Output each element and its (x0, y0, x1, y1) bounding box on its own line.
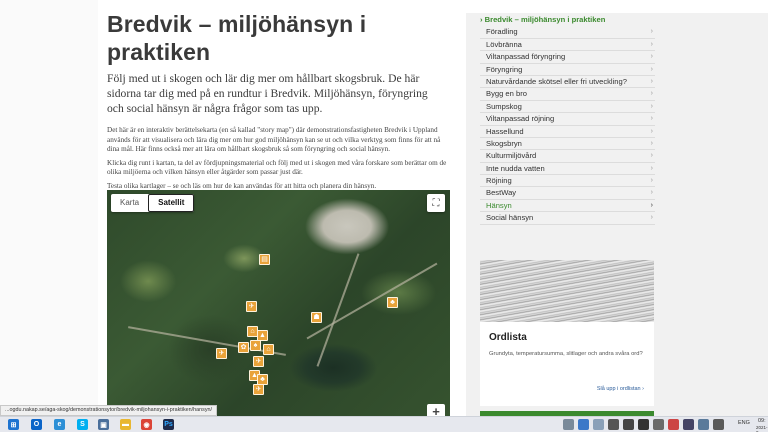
chrome-icon[interactable]: ◉ (141, 419, 152, 430)
chevron-right-icon: › (650, 139, 653, 147)
chevron-right-icon: › (650, 201, 653, 209)
sidebar-item[interactable]: Hassellund › (480, 126, 655, 138)
tray-app-icon[interactable] (653, 419, 664, 430)
sidebar-item[interactable]: Viltanpassad röjning › (480, 113, 655, 126)
sidebar-item[interactable]: Sumpskog › (480, 101, 655, 114)
windows-start-icon[interactable]: ⊞ (8, 419, 19, 430)
chevron-right-icon: › (650, 90, 653, 98)
glossary-link[interactable]: Slå upp i ordlistan › (597, 386, 644, 392)
map-tab-karta[interactable]: Karta (111, 194, 148, 212)
store-icon[interactable]: ▣ (98, 419, 109, 430)
folder-icon[interactable]: ▬ (120, 419, 131, 430)
tray-app-icon[interactable] (593, 419, 604, 430)
chevron-right-icon: › (650, 53, 653, 61)
map-marker[interactable]: ✈ (253, 384, 264, 395)
clock-date[interactable]: 2021-0 (756, 425, 768, 432)
sidebar-item[interactable]: Bygg en bro › (480, 88, 655, 101)
skype-icon[interactable]: S (77, 419, 88, 430)
page-margin (0, 0, 98, 418)
taskbar: ⊞ O e S ▣ ▬ ◉ Ps ENG 09: 2021-0 (0, 416, 768, 432)
lead-text: Följ med ut i skogen och lär dig mer om … (107, 72, 428, 115)
map-road (306, 262, 438, 340)
fullscreen-icon[interactable]: ⛶ (427, 194, 445, 212)
map-marker[interactable]: ♣ (387, 297, 398, 308)
chevron-right-icon: › (650, 127, 653, 135)
sidebar-item-hansyn[interactable]: Hänsyn › (480, 200, 655, 213)
edge-icon[interactable]: e (54, 419, 65, 430)
map-marker[interactable]: ▤ (259, 254, 270, 265)
chevron-right-icon: › (650, 177, 653, 185)
sidebar-item-current[interactable]: › Bredvik – miljöhänsyn i praktiken (480, 14, 655, 26)
sidebar-item[interactable]: Skogsbryn › (480, 138, 655, 151)
dictionary-image (480, 260, 654, 322)
map-marker[interactable]: ✈ (216, 348, 227, 359)
map-tab-satellit[interactable]: Satellit (148, 194, 195, 212)
chevron-right-icon: › (650, 164, 653, 172)
chevron-right-icon: › (650, 40, 653, 48)
tray-app-icon[interactable] (608, 419, 619, 430)
sidebar-item[interactable]: Viltanpassad föryngring › (480, 51, 655, 64)
wifi-icon[interactable] (698, 419, 709, 430)
sidebar-item[interactable]: Röjning › (480, 175, 655, 188)
map-marker[interactable]: ☗ (311, 312, 322, 323)
sidebar-item[interactable]: Inte nudda vatten › (480, 163, 655, 176)
chevron-right-icon: › (650, 115, 653, 123)
chevron-right-icon: › (650, 189, 653, 197)
tray-app-icon[interactable] (623, 419, 634, 430)
sidebar-item[interactable]: Social hänsyn › (480, 212, 655, 225)
clock-time[interactable]: 09: (758, 418, 766, 424)
sidebar-item[interactable]: Föradling › (480, 26, 655, 39)
outlook-icon[interactable]: O (31, 419, 42, 430)
volume-icon[interactable] (713, 419, 724, 430)
map-type-toggle: Karta Satellit (111, 194, 195, 212)
map-marker[interactable]: ✈ (253, 356, 264, 367)
input-language[interactable]: ENG (738, 420, 750, 426)
map-marker[interactable]: ✿ (238, 342, 249, 353)
map-marker[interactable]: ♠ (250, 340, 261, 351)
chevron-right-icon: › (650, 102, 653, 110)
story-map[interactable]: Karta Satellit ⛶ + ▤ ✈ ☗ ♣ ⌂ ▲ ✿ ♠ ⌂ ✈ ✈… (107, 190, 450, 418)
body-paragraph: Klicka dig runt i kartan, ta del av förd… (107, 158, 447, 177)
tray-app-icon[interactable] (563, 419, 574, 430)
tray-app-icon[interactable] (668, 419, 679, 430)
sidebar-item[interactable]: BestWay › (480, 187, 655, 200)
chevron-right-icon: › (650, 152, 653, 160)
chevron-right-icon: › (650, 28, 653, 36)
sidebar-item[interactable]: Naturvårdande skötsel eller fri utveckli… (480, 76, 655, 89)
sidebar-nav: › Bredvik – miljöhänsyn i praktiken Föra… (480, 15, 655, 225)
card-title: Ordlista (489, 332, 527, 343)
glossary-card[interactable]: Ordlista Grundyta, temperatursumma, slit… (480, 260, 654, 406)
status-url: ...ogdu.nakap.se/aga-skog/demonstrations… (0, 405, 218, 416)
tray-app-icon[interactable] (578, 419, 589, 430)
card-text: Grundyta, temperatursumma, slitlager och… (489, 351, 643, 357)
body-paragraph: Det här är en interaktiv berättelsekarta… (107, 126, 441, 153)
page-title: Bredvik – miljöhänsyn i praktiken (107, 11, 367, 65)
photoshop-icon[interactable]: Ps (163, 419, 174, 430)
sidebar-item[interactable]: Lövbränna › (480, 39, 655, 52)
map-marker[interactable]: ✈ (246, 301, 257, 312)
chevron-right-icon: › (650, 77, 653, 85)
sidebar-item[interactable]: Föryngring › (480, 64, 655, 76)
tray-app-icon[interactable] (638, 419, 649, 430)
map-marker[interactable]: ⌂ (263, 344, 274, 355)
sidebar-item[interactable]: Kulturmiljövård › (480, 150, 655, 163)
chevron-right-icon: › (650, 65, 653, 73)
chevron-right-icon: › (650, 214, 653, 222)
tray-app-icon[interactable] (683, 419, 694, 430)
main-content: Bredvik – miljöhänsyn i praktiken Följ m… (107, 10, 452, 191)
